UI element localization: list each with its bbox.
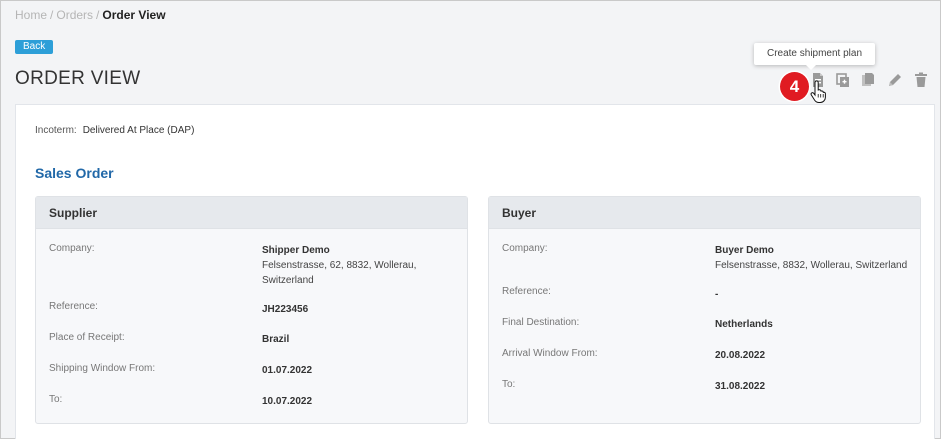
supplier-card: Supplier Company: Shipper Demo Felsenstr…: [35, 196, 468, 424]
breadcrumb: Home / Orders / Order View: [15, 8, 166, 22]
buyer-address-line-1: Felsenstrasse, 8832, Wollerau, Switzerla…: [715, 260, 908, 271]
supplier-address-line-2: Switzerland: [262, 275, 314, 286]
supplier-window-from-value: 01.07.2022: [262, 365, 313, 376]
buyer-arrival-from-label: Arrival Window From:: [502, 348, 598, 359]
supplier-company-label: Company:: [49, 243, 95, 254]
buyer-to-value: 31.08.2022: [715, 381, 766, 392]
buyer-company-label: Company:: [502, 243, 548, 254]
back-button[interactable]: Back: [15, 40, 54, 54]
buyer-card: Buyer Company: Buyer Demo Felsenstrasse,…: [488, 196, 921, 424]
page-title: ORDER VIEW: [15, 68, 141, 89]
supplier-window-from-label: Shipping Window From:: [49, 363, 156, 374]
supplier-to-value: 10.07.2022: [262, 396, 313, 407]
incoterm-value: Delivered At Place (DAP): [82, 125, 195, 136]
tooltip-create-shipment-plan: Create shipment plan: [754, 43, 875, 70]
supplier-reference-value: JH223456: [262, 304, 309, 315]
supplier-reference-label: Reference:: [49, 301, 98, 312]
duplicate-icon[interactable]: [860, 72, 876, 88]
supplier-company-name: Shipper Demo: [262, 245, 330, 256]
buyer-arrival-from-value: 20.08.2022: [715, 350, 766, 361]
step-badge: 4: [780, 72, 809, 101]
copy-icon[interactable]: [835, 72, 851, 88]
incoterm: Incoterm: Delivered At Place (DAP): [35, 125, 194, 136]
breadcrumb-home[interactable]: Home: [15, 8, 47, 22]
hand-cursor-icon: [809, 80, 829, 104]
buyer-reference-value: -: [715, 289, 719, 300]
breadcrumb-current: Order View: [102, 8, 166, 22]
buyer-destination-label: Final Destination:: [502, 317, 580, 328]
edit-icon[interactable]: [887, 72, 903, 88]
supplier-company-value: Shipper Demo Felsenstrasse, 62, 8832, Wo…: [262, 243, 416, 288]
buyer-reference-label: Reference:: [502, 286, 551, 297]
supplier-to-label: To:: [49, 394, 63, 405]
supplier-card-title: Supplier: [36, 197, 467, 229]
breadcrumb-orders[interactable]: Orders: [56, 8, 93, 22]
delete-icon[interactable]: [913, 72, 929, 88]
supplier-place-label: Place of Receipt:: [49, 332, 125, 343]
supplier-place-value: Brazil: [262, 334, 290, 345]
buyer-company-name: Buyer Demo: [715, 245, 774, 256]
incoterm-label: Incoterm:: [35, 125, 77, 136]
buyer-card-title: Buyer: [489, 197, 920, 229]
buyer-company-value: Buyer Demo Felsenstrasse, 8832, Wollerau…: [715, 243, 907, 273]
buyer-to-label: To:: [502, 379, 516, 390]
section-title-sales-order: Sales Order: [35, 165, 114, 181]
supplier-address-line-1: Felsenstrasse, 62, 8832, Wollerau,: [262, 260, 417, 271]
buyer-destination-value: Netherlands: [715, 319, 773, 330]
